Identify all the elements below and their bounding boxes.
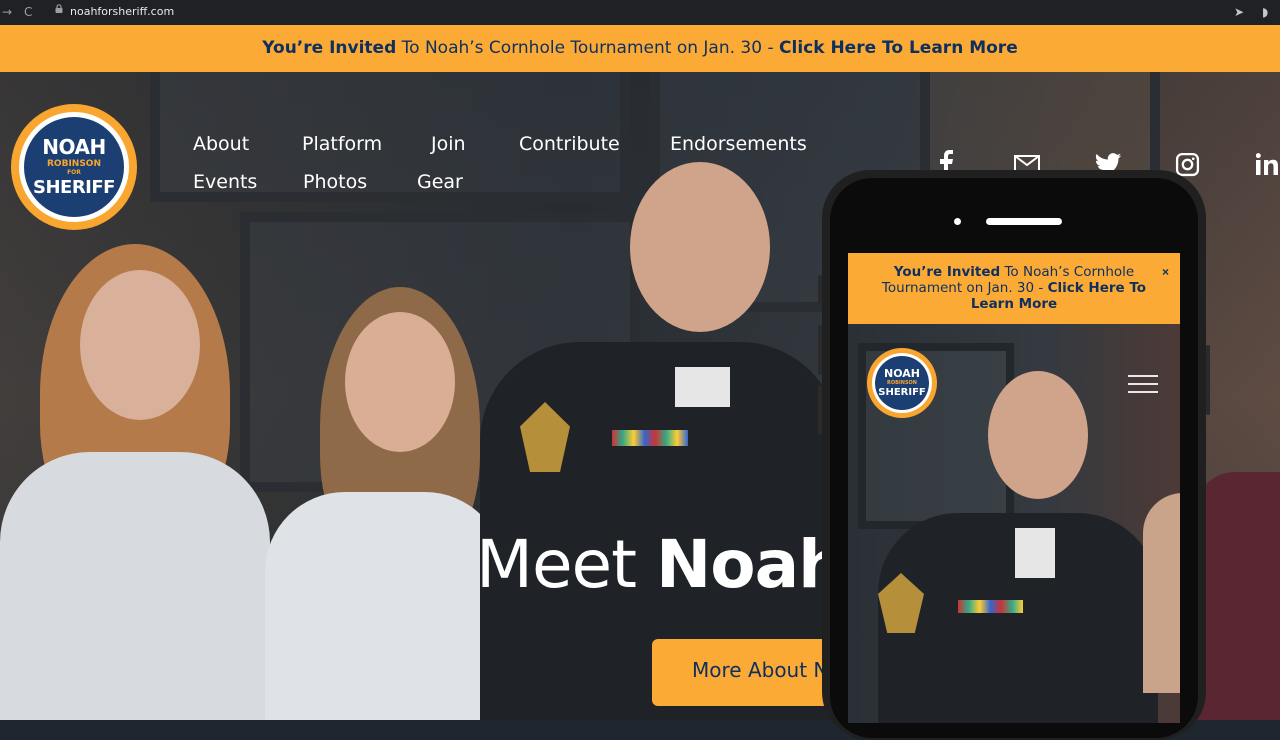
nav-endorsements[interactable]: Endorsements: [670, 133, 807, 155]
browser-toolbar: → C noahforsheriff.com ➤ ◗: [0, 0, 1280, 25]
linkedin-icon[interactable]: [1256, 153, 1278, 175]
mobile-logo-title: SHERIFF: [878, 387, 926, 398]
hamburger-menu-icon[interactable]: [1128, 375, 1158, 393]
phone-camera: [954, 218, 961, 225]
logo-title: SHERIFF: [33, 177, 115, 198]
banner-invited: You’re Invited: [262, 38, 397, 58]
mobile-announcement-banner[interactable]: You’re Invited To Noah’s Cornhole Tourna…: [848, 253, 1180, 324]
hero-person-right: [1195, 472, 1280, 720]
announcement-banner[interactable]: You’re Invited To Noah’s Cornhole Tourna…: [0, 25, 1280, 72]
nav-contribute[interactable]: Contribute: [519, 133, 620, 155]
profile-icon[interactable]: ◗: [1262, 5, 1268, 19]
instagram-icon[interactable]: [1175, 152, 1200, 177]
banner-link[interactable]: Click Here To Learn More: [779, 38, 1018, 58]
mobile-banner-invited: You’re Invited: [893, 264, 1001, 280]
nav-events[interactable]: Events: [193, 171, 257, 193]
headline-name: Noah: [656, 526, 845, 603]
nav-gear[interactable]: Gear: [417, 171, 463, 193]
mobile-logo-surname: ROBINSON: [887, 380, 917, 386]
hero-headline: Meet Noah: [476, 526, 845, 603]
banner-text: To Noah’s Cornhole Tournament on Jan. 30…: [396, 38, 780, 58]
logo-for: FOR: [67, 169, 81, 176]
send-icon[interactable]: ➤: [1234, 5, 1244, 19]
back-icon[interactable]: →: [2, 5, 12, 19]
reload-icon[interactable]: C: [24, 5, 32, 19]
headline-meet: Meet: [476, 526, 657, 603]
mobile-logo-name: NOAH: [884, 367, 920, 380]
mobile-screen: You’re Invited To Noah’s Cornhole Tourna…: [848, 253, 1180, 723]
nav-photos[interactable]: Photos: [303, 171, 367, 193]
nav-platform[interactable]: Platform: [302, 133, 382, 155]
close-icon[interactable]: ×: [1162, 265, 1169, 279]
lock-icon: [55, 4, 63, 13]
phone-speaker: [986, 218, 1062, 225]
nav-join[interactable]: Join: [431, 133, 466, 155]
mobile-logo[interactable]: NOAH ROBINSON SHERIFF: [867, 348, 937, 418]
logo-surname: ROBINSON: [47, 159, 101, 169]
nav-about[interactable]: About: [193, 133, 249, 155]
logo-name: NOAH: [42, 135, 106, 159]
site-logo[interactable]: NOAH ROBINSON FOR SHERIFF: [11, 104, 137, 230]
address-bar[interactable]: noahforsheriff.com: [70, 5, 174, 18]
